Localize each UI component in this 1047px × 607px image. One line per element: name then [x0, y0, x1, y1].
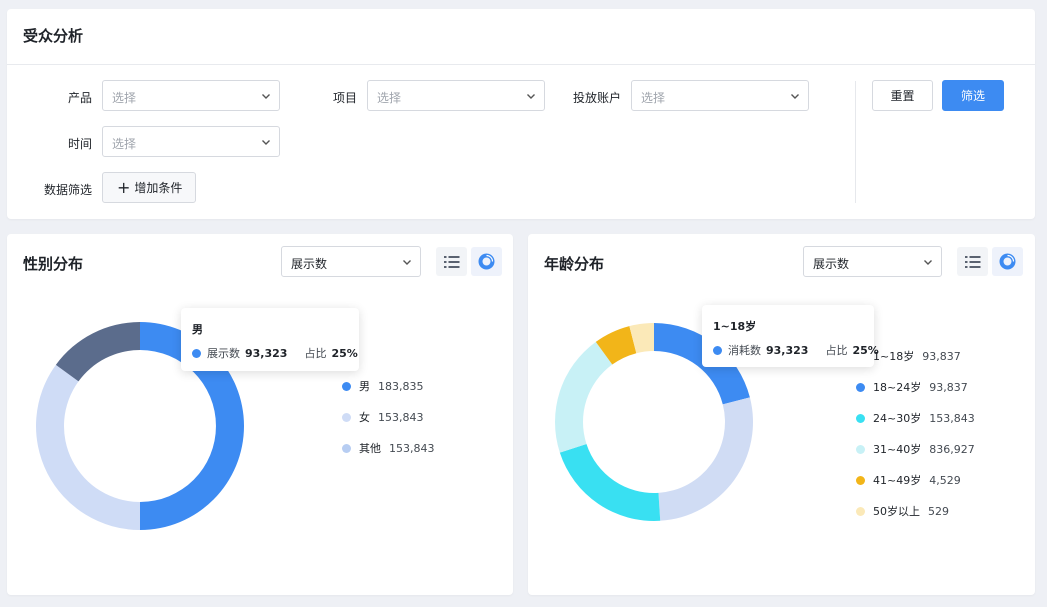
time-label: 时间: [67, 137, 92, 151]
list-view-button[interactable]: [436, 247, 467, 276]
donut-slice-24~30岁[interactable]: [658, 397, 753, 521]
tooltip-dot: [713, 345, 722, 355]
header-divider: [7, 64, 1035, 65]
legend-value: 529: [928, 504, 949, 518]
add-condition-label: 增加条件: [134, 181, 183, 195]
tooltip-row: 消耗数 93,323 占比 25%: [713, 342, 879, 358]
product-label: 产品: [67, 91, 92, 105]
legend-dot: [856, 506, 865, 516]
age-distribution-panel: 年龄分布 展示数 1~18岁 93,837 18~24岁 93,837 24~30岁…: [528, 234, 1035, 595]
pie-chart-icon: [999, 253, 1016, 270]
pie-view-button[interactable]: [992, 247, 1023, 276]
chevron-down-icon: [924, 260, 932, 265]
age-panel-title: 年龄分布: [544, 255, 605, 273]
tooltip-metric-label: 展示数: [207, 347, 240, 360]
donut-slice-其他[interactable]: [55, 322, 141, 382]
chevron-down-icon: [403, 260, 411, 265]
legend-item[interactable]: 18~24岁 93,837: [856, 379, 968, 395]
reset-button[interactable]: 重置: [872, 80, 933, 111]
legend-label: 18~24岁: [873, 381, 922, 394]
tooltip-ratio-value: 25%: [852, 343, 879, 357]
legend-value: 93,837: [922, 349, 961, 363]
legend-dot: [342, 443, 351, 453]
gender-metric-select[interactable]: 展示数: [281, 246, 421, 277]
gender-panel-title: 性别分布: [23, 255, 84, 273]
legend-label: 其他: [359, 442, 381, 455]
plus-icon: +: [117, 177, 131, 197]
time-placeholder: 选择: [112, 137, 137, 151]
donut-slice-41~49岁[interactable]: [555, 341, 613, 453]
list-icon: [964, 255, 980, 268]
legend-item[interactable]: 其他 153,843: [342, 440, 435, 456]
age-metric-value: 展示数: [813, 257, 850, 271]
legend-label: 50岁以上: [873, 505, 920, 518]
add-condition-button[interactable]: + 增加条件: [102, 172, 197, 203]
legend-value: 4,529: [929, 473, 961, 487]
legend-dot: [856, 382, 865, 392]
product-select[interactable]: 选择: [102, 80, 280, 111]
time-select[interactable]: 选择: [102, 126, 280, 157]
filter-button[interactable]: 筛选: [942, 80, 1004, 111]
tooltip-row: 展示数 93,323 占比 25%: [192, 345, 358, 361]
chevron-down-icon: [527, 94, 535, 99]
account-select[interactable]: 选择: [631, 80, 809, 111]
chevron-down-icon: [262, 140, 270, 145]
legend-label: 24~30岁: [873, 412, 922, 425]
gender-distribution-panel: 性别分布 展示数 男 183,835 女 153,843 其他 153,843 男 展…: [7, 234, 513, 595]
tooltip-metric-value: 93,323: [245, 346, 288, 360]
project-label: 项目: [332, 91, 357, 105]
age-metric-select[interactable]: 展示数: [803, 246, 942, 277]
age-tooltip: 1~18岁 消耗数 93,323 占比 25%: [702, 305, 879, 367]
legend-label: 1~18岁: [873, 350, 915, 363]
legend-dot: [856, 475, 865, 485]
legend-label: 女: [359, 411, 370, 424]
list-view-button[interactable]: [957, 247, 988, 276]
legend-value: 153,843: [929, 411, 975, 425]
legend-item[interactable]: 24~30岁 153,843: [856, 410, 975, 426]
legend-value: 836,927: [929, 442, 975, 456]
legend-label: 男: [359, 380, 370, 393]
page-title: 受众分析: [23, 27, 84, 45]
account-label: 投放账户: [572, 91, 621, 105]
gender-tooltip: 男 展示数 93,323 占比 25%: [181, 308, 359, 371]
legend-value: 183,835: [378, 379, 424, 393]
legend-dot: [856, 444, 865, 454]
gender-metric-value: 展示数: [291, 257, 328, 271]
chevron-down-icon: [262, 94, 270, 99]
tooltip-metric-label: 消耗数: [728, 344, 761, 357]
tooltip-title: 男: [192, 323, 203, 336]
pie-view-button[interactable]: [471, 247, 502, 276]
tooltip-ratio-label: 占比: [825, 344, 848, 357]
project-placeholder: 选择: [377, 91, 402, 105]
tooltip-metric-value: 93,323: [766, 343, 809, 357]
tooltip-ratio-value: 25%: [331, 346, 358, 360]
legend-label: 31~40岁: [873, 443, 922, 456]
data-filter-label: 数据筛选: [43, 183, 92, 197]
filter-panel: 受众分析 产品 选择 项目 选择 投放账户 选择 时间 选择 数据筛选 + 增加…: [7, 9, 1035, 219]
legend-item[interactable]: 41~49岁 4,529: [856, 472, 961, 488]
product-placeholder: 选择: [112, 91, 137, 105]
legend-item[interactable]: 女 153,843: [342, 409, 424, 425]
legend-value: 93,837: [929, 380, 968, 394]
account-placeholder: 选择: [641, 91, 666, 105]
tooltip-dot: [192, 348, 201, 358]
project-select[interactable]: 选择: [367, 80, 545, 111]
legend-item[interactable]: 31~40岁 836,927: [856, 441, 975, 457]
legend-dot: [342, 381, 351, 391]
legend-dot: [342, 412, 351, 422]
donut-slice-女[interactable]: [36, 364, 141, 530]
legend-value: 153,843: [389, 441, 435, 455]
legend-item[interactable]: 男 183,835: [342, 378, 424, 394]
legend-item[interactable]: 50岁以上 529: [856, 503, 949, 519]
legend-label: 41~49岁: [873, 474, 922, 487]
pie-chart-icon: [478, 253, 495, 270]
tooltip-title: 1~18岁: [713, 320, 757, 333]
chevron-down-icon: [791, 94, 799, 99]
actions-divider: [855, 81, 856, 203]
list-icon: [443, 255, 459, 268]
tooltip-ratio-label: 占比: [304, 347, 327, 360]
legend-dot: [856, 413, 865, 423]
legend-value: 153,843: [378, 410, 424, 424]
donut-slice-31~40岁[interactable]: [559, 443, 661, 521]
